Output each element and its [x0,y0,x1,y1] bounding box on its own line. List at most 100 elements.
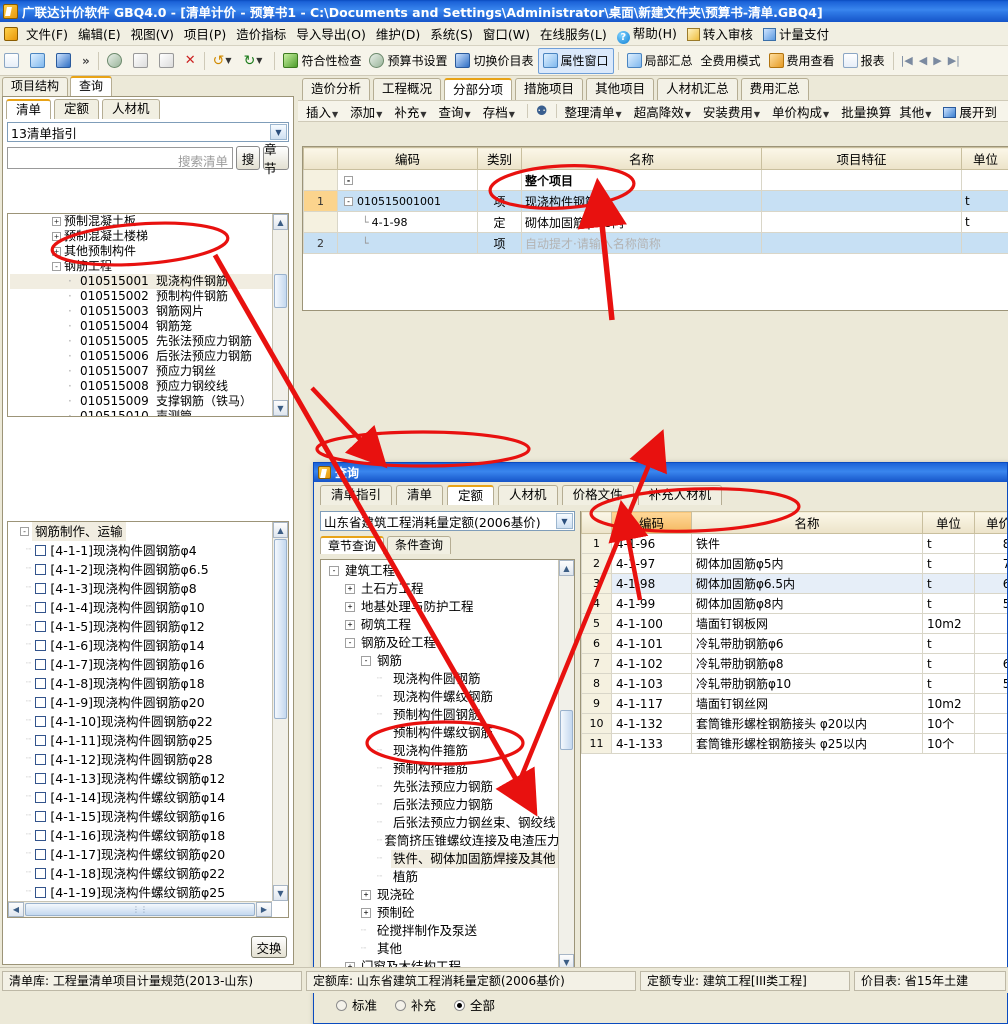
table-row[interactable]: 2└项自动提才·请输入名称简称 [304,233,1008,254]
menu-item-help[interactable]: ?帮助(H) [612,21,682,46]
scroll-thumb[interactable] [560,710,573,750]
chevron-down-icon[interactable]: ▼ [256,56,262,65]
tree-expander-icon[interactable]: + [345,602,355,612]
table-row[interactable]: 1-010515001001项现浇构件钢筋t [304,191,1008,212]
checklist-item[interactable]: ┈[4-1-10]现浇构件圆钢筋φ22 [8,712,272,731]
cell-name[interactable]: 墙面钉钢板网 [692,614,923,634]
cell-price[interactable]: 61 [975,654,1008,674]
quota-tree-node[interactable]: ┈其他 [321,940,558,958]
checklist-item[interactable]: ┈[4-1-4]现浇构件圆钢筋φ10 [8,598,272,617]
cell-unit[interactable]: t [923,594,975,614]
action-批量换算[interactable]: 批量换算 [837,101,895,122]
checklist-checkbox[interactable] [35,602,46,613]
action-存档[interactable]: 存档▼ [479,101,523,122]
cell-type[interactable]: 项 [478,233,522,254]
chevron-down-icon[interactable]: ▼ [465,110,471,119]
cell-type[interactable] [478,170,522,191]
hscroll-thumb[interactable]: ⋮⋮ [25,903,255,916]
quota-tree-node[interactable]: ┈砼搅拌制作及泵送 [321,922,558,940]
cell-code[interactable]: └ [338,233,478,254]
exchange-button[interactable]: 交换 [251,936,287,958]
cell-name[interactable]: 砌体加固筋φ6.5内 [692,574,923,594]
scroll-up-icon[interactable]: ▲ [273,522,288,538]
checklist-checkbox[interactable] [35,716,46,727]
query-tab-清单指引[interactable]: 清单指引 [320,485,392,505]
quota-tree-node[interactable]: ┈铁件、砌体加固筋焊接及其他 [321,850,558,868]
scroll-left-icon[interactable]: ◀ [8,902,24,917]
quota-tree-node[interactable]: ┈先张法预应力钢筋 [321,778,558,796]
clause-tree-node[interactable]: ·010515002预制构件钢筋 [10,289,272,304]
tree-expander-icon[interactable]: + [345,584,355,594]
cell-unit[interactable]: t [923,634,975,654]
checklist-item[interactable]: ┈[4-1-7]现浇构件圆钢筋φ16 [8,655,272,674]
nav-last-icon[interactable]: ▶| [945,54,963,67]
checklist-checkbox[interactable] [35,697,46,708]
checklist-checkbox[interactable] [35,811,46,822]
action-查询[interactable]: 查询▼ [435,101,479,122]
cell-price[interactable]: 6 [975,634,1008,654]
paste-button[interactable] [155,48,181,74]
quota-tree-node[interactable]: ┈后张法预应力钢筋 [321,796,558,814]
tab-人材机汇总[interactable]: 人材机汇总 [657,78,738,100]
system-menu-icon[interactable] [4,27,18,41]
clause-tree-node[interactable]: ·010515008预应力钢绞线 [10,379,272,394]
clause-tree-node[interactable]: ·010515003钢筋网片 [10,304,272,319]
cell-unit[interactable]: t [923,654,975,674]
checklist-item[interactable]: ┈[4-1-11]现浇构件圆钢筋φ25 [8,731,272,750]
cell-name[interactable]: 整个项目 [522,170,762,191]
action-添加[interactable]: 添加▼ [346,101,390,122]
query-tab-定额[interactable]: 定额 [447,485,494,505]
action-binoculars-icon[interactable]: ⚉ [532,102,552,120]
quota-tree-scrollbar[interactable]: ▲ ▼ [558,560,574,970]
row-expander-icon[interactable]: - [344,197,353,206]
quota-tree-node[interactable]: ┈植筋 [321,868,558,886]
copy-button[interactable] [129,48,155,74]
quota-tree-node[interactable]: +砌筑工程 [321,616,558,634]
scroll-up-icon[interactable]: ▲ [273,214,288,230]
table-row[interactable]: 64-1-101冷轧带肋钢筋φ6t6 [582,634,1008,654]
checklist-checkbox[interactable] [35,735,46,746]
cell-unit[interactable]: t [962,212,1008,233]
cell-unit[interactable]: 10m2 [923,694,975,714]
cell-unit[interactable]: t [923,554,975,574]
cell-name[interactable]: 砌体加固筋φ6.5内 [522,212,762,233]
checklist-checkbox[interactable] [35,773,46,784]
quota-tree-node[interactable]: ┈现浇构件箍筋 [321,742,558,760]
scroll-thumb[interactable] [274,274,287,308]
chevron-down-icon[interactable]: ▼ [332,110,338,119]
tree-expander-icon[interactable]: - [329,566,339,576]
checklist-checkbox[interactable] [35,621,46,632]
quota-col-编码[interactable]: 编码 [612,512,692,534]
row-expander-icon[interactable]: - [344,176,353,185]
query-dialog[interactable]: 查询 清单指引清单定额人材机价格文件补充人材机 山东省建筑工程消耗量定额(200… [313,462,1008,1024]
checklist-item[interactable]: ┈[4-1-13]现浇构件螺纹钢筋φ12 [8,769,272,788]
table-row[interactable]: 24-1-97砌体加固筋φ5内t70 [582,554,1008,574]
cell-feature[interactable] [762,170,962,191]
quota-tree-node[interactable]: ┈现浇构件螺纹钢筋 [321,688,558,706]
chevron-down-icon[interactable]: ▼ [685,110,691,119]
cell-feature[interactable] [762,233,962,254]
nav-next-icon[interactable]: ▶ [930,54,944,67]
chevron-down-icon[interactable]: ▼ [270,124,287,140]
partial-summary-button[interactable]: 局部汇总 [623,48,697,74]
clause-tree-scrollbar[interactable]: ▲ ▼ [272,214,288,416]
open-file-button[interactable] [26,48,52,74]
chevron-down-icon[interactable]: ▼ [754,110,760,119]
menu-item-cost-index[interactable]: 造价指标 [231,22,291,45]
table-row[interactable]: 84-1-103冷轧带肋钢筋φ10t58 [582,674,1008,694]
quota-col-单位[interactable]: 单位 [923,512,975,534]
cell-type[interactable]: 定 [478,212,522,233]
quota-tree-node[interactable]: -钢筋 [321,652,558,670]
menu-item-maintain[interactable]: 维护(D) [371,22,425,45]
tab-费用汇总[interactable]: 费用汇总 [741,78,809,100]
clause-tree-node[interactable]: ·010515010声测管 [10,409,272,416]
menu-item-import-export[interactable]: 导入导出(O) [291,22,371,45]
inner-tab-clause[interactable]: 清单 [6,99,51,119]
menu-item-edit[interactable]: 编辑(E) [73,22,126,45]
query-tab-人材机[interactable]: 人材机 [498,485,558,505]
cell-code[interactable]: 4-1-132 [612,714,692,734]
checklist-item[interactable]: ┈[4-1-2]现浇构件圆钢筋φ6.5 [8,560,272,579]
cell-code[interactable]: └4-1-98 [338,212,478,233]
quota-tree-node[interactable]: ┈预制构件箍筋 [321,760,558,778]
cell-price[interactable]: 2 [975,734,1008,754]
